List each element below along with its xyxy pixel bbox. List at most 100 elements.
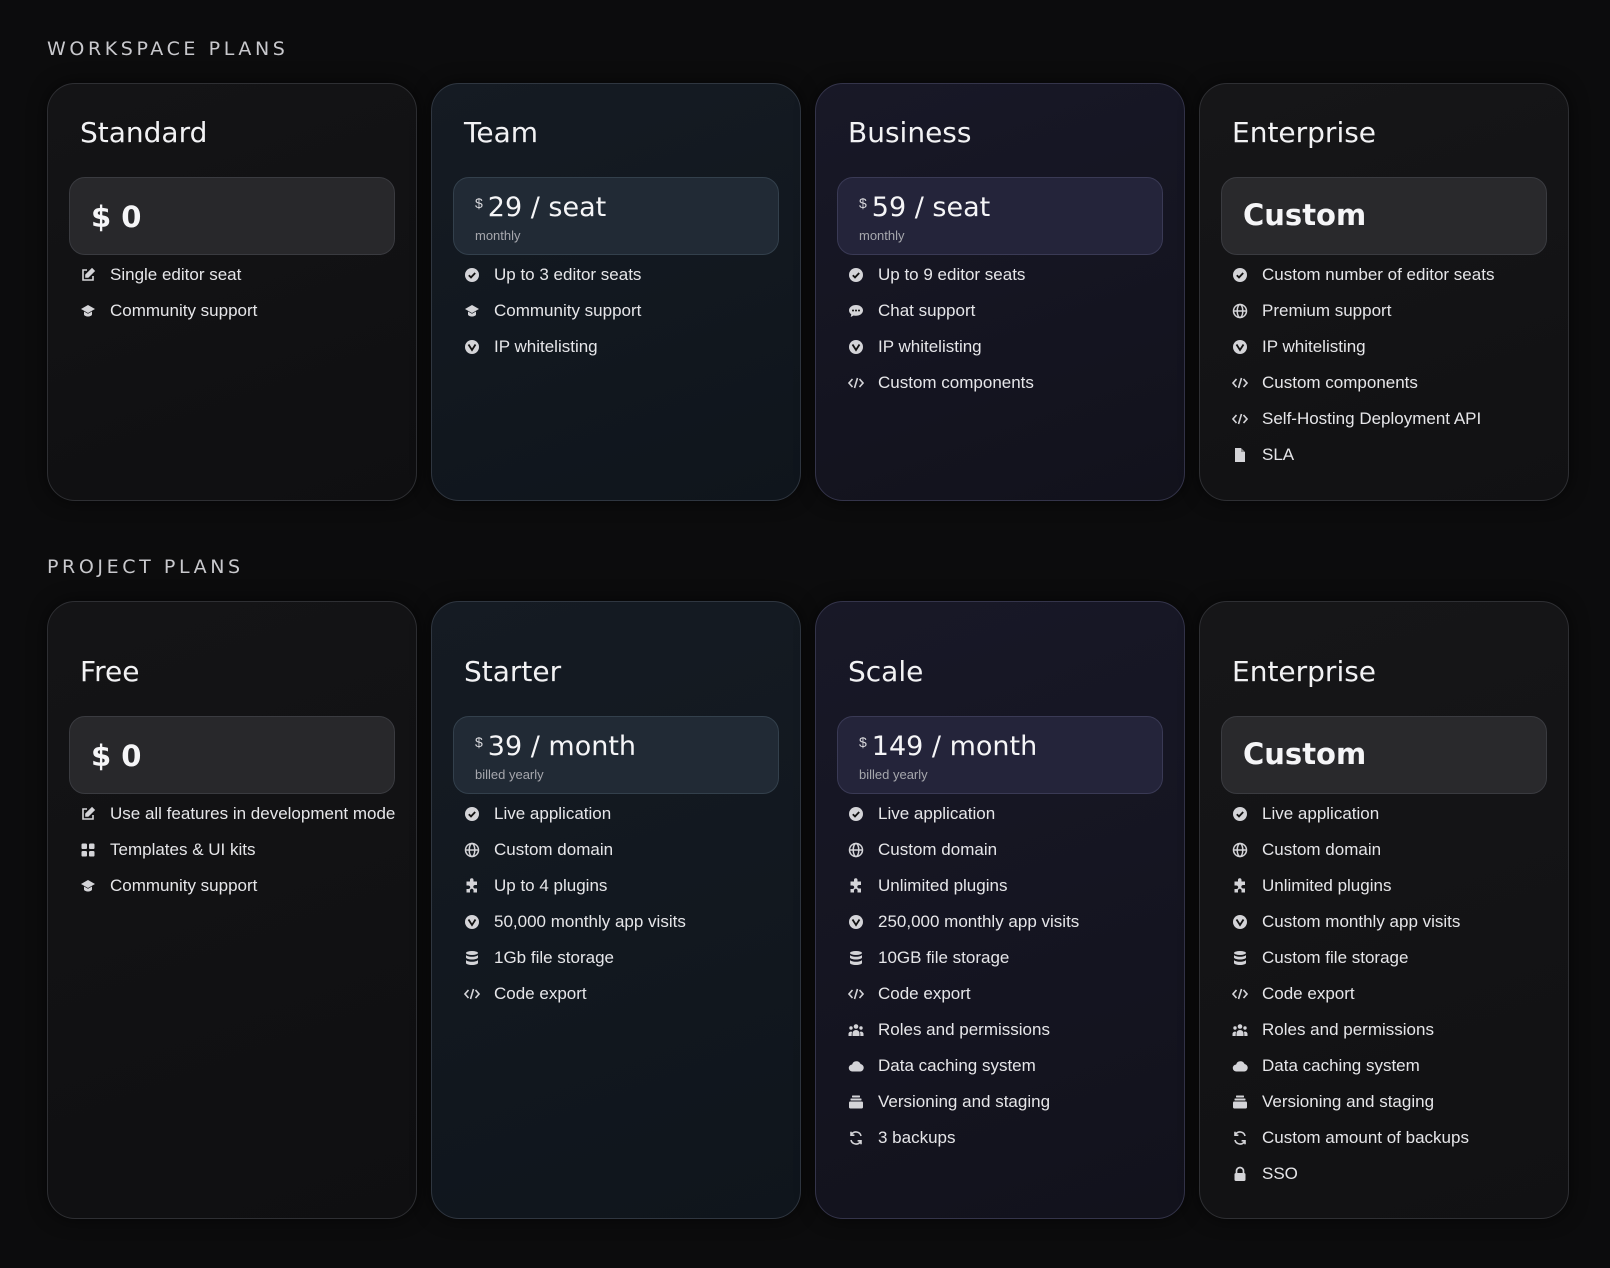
plan-name: Enterprise xyxy=(1232,116,1377,149)
feature-text: Use all features in development mode xyxy=(110,804,396,823)
project-plan-card-starter[interactable]: Starter $39 / month billed yearly Live appl… xyxy=(431,601,801,1219)
feature-item: Templates & UI kits xyxy=(80,839,396,875)
feature-item: Live application xyxy=(1232,803,1548,839)
feature-text: Custom amount of backups xyxy=(1262,1128,1469,1147)
feature-item: IP whitelisting xyxy=(1232,336,1548,372)
feature-item: Unlimited plugins xyxy=(1232,875,1548,911)
workspace-plan-card-team[interactable]: Team $29 / seat monthly Up to 3 editor seat… xyxy=(431,83,801,501)
feature-item: Versioning and staging xyxy=(848,1091,1164,1127)
feature-text: Custom domain xyxy=(494,840,614,859)
price-value: Custom xyxy=(1243,198,1367,232)
price-box: $29 / seat monthly xyxy=(453,177,779,255)
users-icon xyxy=(848,1022,864,1038)
workspace-plan-card-enterprise[interactable]: Enterprise Custom Custom number of editor … xyxy=(1199,83,1569,501)
feature-text: Unlimited plugins xyxy=(878,876,1008,895)
feature-list: Live application Custom domain Unlimited p… xyxy=(848,803,1164,1163)
feature-text: 50,000 monthly app visits xyxy=(494,912,686,931)
price-value: Custom xyxy=(1243,737,1367,771)
layers-icon xyxy=(848,1094,864,1110)
price-box: $149 / month billed yearly xyxy=(837,716,1163,794)
feature-text: Unlimited plugins xyxy=(1262,876,1392,895)
price-currency: $ xyxy=(859,195,867,211)
feature-item: 10GB file storage xyxy=(848,947,1164,983)
feature-list: Live application Custom domain Up to 4 plu… xyxy=(464,803,780,1019)
feature-text: Up to 3 editor seats xyxy=(494,265,642,284)
feature-text: Versioning and staging xyxy=(878,1092,1051,1111)
price-currency: $ xyxy=(859,734,867,750)
workspace-plan-card-standard[interactable]: Standard $ 0 Single editor seat Community s… xyxy=(47,83,417,501)
edit-icon xyxy=(80,806,96,822)
feature-text: IP whitelisting xyxy=(1262,337,1366,356)
project-plan-card-scale[interactable]: Scale $149 / month billed yearly Live appli… xyxy=(815,601,1185,1219)
feature-text: Data caching system xyxy=(878,1056,1036,1075)
price-line: $39 / month xyxy=(475,731,636,762)
feature-item: Data caching system xyxy=(848,1055,1164,1091)
project-plans-row: Free $ 0 Use all features in development m… xyxy=(47,601,1569,1219)
document-icon xyxy=(1232,447,1248,463)
database-icon xyxy=(848,950,864,966)
price-amount: 29 / seat xyxy=(487,192,607,223)
feature-text: SLA xyxy=(1262,445,1295,464)
feature-text: Custom domain xyxy=(1262,840,1382,859)
feature-item: Self-Hosting Deployment API xyxy=(1232,408,1548,444)
project-plan-card-enterprise[interactable]: Enterprise Custom Live application Custom d… xyxy=(1199,601,1569,1219)
plan-name: Team xyxy=(464,116,539,149)
price-box: Custom xyxy=(1221,177,1547,255)
feature-item: IP whitelisting xyxy=(464,336,780,372)
feature-text: Custom components xyxy=(1262,373,1418,392)
graduation-cap-icon xyxy=(80,878,96,894)
feature-list: Single editor seat Community support xyxy=(80,264,396,336)
feature-list: Custom number of editor seats Premium sup… xyxy=(1232,264,1548,480)
feature-item: Community support xyxy=(80,875,396,911)
feature-text: IP whitelisting xyxy=(494,337,598,356)
price-value: $ 0 xyxy=(91,200,142,234)
feature-item: SSO xyxy=(1232,1163,1548,1199)
feature-text: 10GB file storage xyxy=(878,948,1010,967)
feature-item: Up to 9 editor seats xyxy=(848,264,1164,300)
plan-name: Standard xyxy=(80,116,208,149)
feature-item: IP whitelisting xyxy=(848,336,1164,372)
price-box: $39 / month billed yearly xyxy=(453,716,779,794)
check-circle-icon xyxy=(1232,267,1248,283)
price-line: $149 / month xyxy=(859,731,1037,762)
lock-icon xyxy=(1232,1166,1248,1182)
feature-item: Code export xyxy=(1232,983,1548,1019)
globe-icon xyxy=(1232,303,1248,319)
billing-period: monthly xyxy=(475,228,521,243)
feature-item: Up to 3 editor seats xyxy=(464,264,780,300)
feature-text: Live application xyxy=(1262,804,1380,823)
feature-text: Community support xyxy=(110,301,258,320)
feature-item: 1Gb file storage xyxy=(464,947,780,983)
layers-icon xyxy=(1232,1094,1248,1110)
feature-item: Custom number of editor seats xyxy=(1232,264,1548,300)
feature-text: Premium support xyxy=(1262,301,1392,320)
price-amount: 39 / month xyxy=(487,731,637,762)
feature-item: Data caching system xyxy=(1232,1055,1548,1091)
globe-icon xyxy=(848,842,864,858)
refresh-icon xyxy=(1232,1130,1248,1146)
database-icon xyxy=(1232,950,1248,966)
code-icon xyxy=(1232,375,1248,391)
feature-text: Up to 4 plugins xyxy=(494,876,608,895)
feature-list: Up to 9 editor seats Chat support IP white… xyxy=(848,264,1164,408)
shield-icon xyxy=(1232,339,1248,355)
users-icon xyxy=(1232,1022,1248,1038)
billing-period: monthly xyxy=(859,228,905,243)
feature-text: Roles and permissions xyxy=(1262,1020,1434,1039)
feature-text: Community support xyxy=(110,876,258,895)
feature-item: Custom domain xyxy=(848,839,1164,875)
feature-text: 3 backups xyxy=(878,1128,956,1147)
cloud-icon xyxy=(848,1058,864,1074)
feature-item: Custom domain xyxy=(464,839,780,875)
project-plans-heading: PROJECT PLANS xyxy=(47,556,244,578)
feature-item: Live application xyxy=(464,803,780,839)
plan-name: Free xyxy=(80,655,140,688)
project-plan-card-free[interactable]: Free $ 0 Use all features in development m… xyxy=(47,601,417,1219)
feature-text: Chat support xyxy=(878,301,976,320)
feature-text: Self-Hosting Deployment API xyxy=(1262,409,1482,428)
refresh-icon xyxy=(848,1130,864,1146)
workspace-plan-card-business[interactable]: Business $59 / seat monthly Up to 9 editor … xyxy=(815,83,1185,501)
shield-icon xyxy=(464,914,480,930)
check-circle-icon xyxy=(848,806,864,822)
price-currency: $ xyxy=(475,195,483,211)
